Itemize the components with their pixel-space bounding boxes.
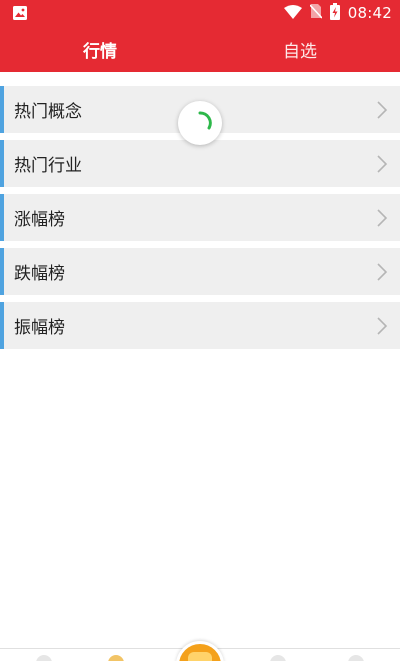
status-bar: 08:42 [0,0,400,26]
tab-bar: 行情 自选 [0,26,400,72]
bottom-navigation [0,641,400,661]
status-time: 08:42 [347,4,392,22]
nav-profile-icon[interactable] [348,655,364,661]
list-item-label: 振幅榜 [14,318,65,338]
nav-market-icon[interactable] [108,655,124,661]
nav-center-button[interactable] [176,641,224,661]
battery-charging-icon [329,2,340,24]
image-icon [12,5,28,21]
tab-market[interactable]: 行情 [0,26,200,72]
chevron-right-icon [376,262,388,282]
loading-spinner [178,101,222,145]
chevron-right-icon [376,316,388,336]
nav-home-icon[interactable] [36,655,52,661]
list-item-top-gainers[interactable]: 涨幅榜 [0,194,400,241]
list-item-label: 跌幅榜 [14,264,65,284]
nav-news-icon[interactable] [270,655,286,661]
list-item-hot-industries[interactable]: 热门行业 [0,140,400,187]
app-header: 08:42 行情 自选 [0,0,400,72]
chevron-right-icon [376,100,388,120]
chevron-right-icon [376,154,388,174]
wifi-icon [283,4,302,23]
tab-watchlist[interactable]: 自选 [200,26,400,72]
nav-center-icon [188,652,212,661]
list-item-amplitude[interactable]: 振幅榜 [0,302,400,349]
list-item-label: 热门行业 [14,156,82,176]
list-item-top-losers[interactable]: 跌幅榜 [0,248,400,295]
chevron-right-icon [376,208,388,228]
list-item-label: 涨幅榜 [14,210,65,230]
no-sim-icon [309,3,323,23]
list-item-label: 热门概念 [14,102,82,122]
